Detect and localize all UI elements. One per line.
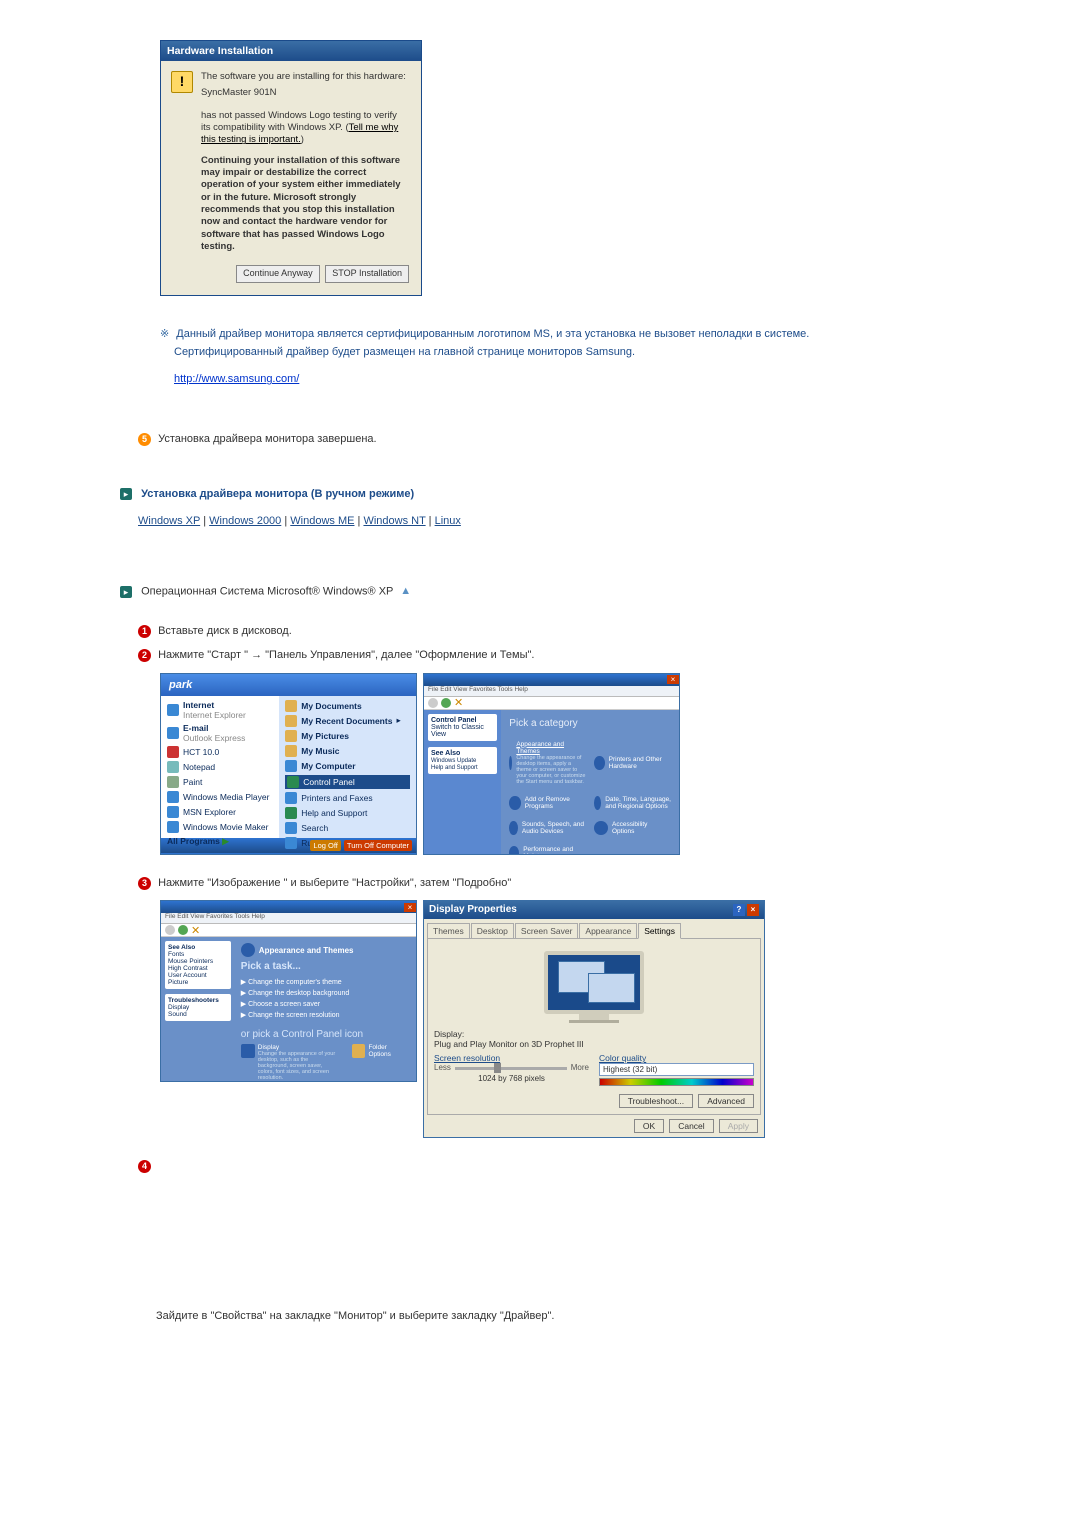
display-icon — [241, 1044, 255, 1058]
folder-icon — [285, 700, 297, 712]
os-link-2000[interactable]: Windows 2000 — [209, 515, 281, 527]
logoff-button: Log Off — [310, 840, 340, 851]
color-quality-select[interactable]: Highest (32 bit) — [599, 1063, 754, 1076]
close-icon: × — [667, 675, 679, 684]
display-properties-dialog: Display Properties ?× Themes Desktop Scr… — [423, 900, 765, 1138]
step-2-marker: 2 — [138, 649, 151, 662]
folder-options-icon — [352, 1044, 366, 1058]
step-1-marker: 1 — [138, 625, 151, 638]
datetime-icon — [594, 796, 601, 810]
turnoff-button: Turn Off Computer — [344, 840, 412, 851]
appearance-themes-screenshot: × File Edit View Favorites Tools Help ✕ … — [160, 900, 417, 1082]
troubleshoot-button[interactable]: Troubleshoot... — [619, 1094, 693, 1108]
note-line1: Данный драйвер монитора является сертифи… — [176, 328, 809, 340]
os-link-linux[interactable]: Linux — [435, 515, 461, 527]
or-pick-heading: or pick a Control Panel icon — [241, 1029, 410, 1040]
arrow-icon: ▸ — [120, 488, 132, 500]
tab-desktop: Desktop — [471, 923, 514, 938]
step-2-text: Нажмите "Старт " → "Панель Управления", … — [158, 649, 534, 661]
start-menu-screenshot: park InternetInternet Explorer E-mailOut… — [160, 673, 417, 855]
tab-appearance: Appearance — [579, 923, 637, 938]
dp-title: Display Properties — [429, 904, 517, 916]
samsung-link[interactable]: http://www.samsung.com/ — [174, 373, 299, 385]
dp-res-label: Screen resolution — [434, 1053, 589, 1063]
addremove-icon — [509, 796, 520, 810]
step-5-text: Установка драйвера монитора завершена. — [158, 433, 377, 445]
dp-display-label: Display: — [434, 1029, 754, 1039]
resolution-slider[interactable]: Less More — [434, 1063, 589, 1072]
control-panel-icon — [287, 776, 299, 788]
control-panel-screenshot: × File Edit View Favorites Tools Help ✕ … — [423, 673, 680, 855]
search-icon — [285, 822, 297, 834]
pick-task-heading: Pick a task... — [241, 961, 410, 972]
note-line2: Сертифицированный драйвер будет размещен… — [174, 344, 635, 362]
advanced-button[interactable]: Advanced — [698, 1094, 754, 1108]
ok-button[interactable]: OK — [634, 1119, 664, 1133]
top-icon[interactable]: ▲ — [400, 583, 411, 601]
paint-icon — [167, 776, 179, 788]
pick-category-heading: Pick a category — [509, 718, 671, 729]
dp-display-value: Plug and Play Monitor on 3D Prophet III — [434, 1039, 754, 1049]
dialog-bold-warning: Continuing your installation of this sof… — [201, 155, 409, 254]
warning-icon: ! — [171, 71, 193, 93]
printers-icon — [285, 792, 297, 804]
folder-icon — [285, 745, 297, 757]
tab-themes: Themes — [427, 923, 470, 938]
notepad-icon — [167, 761, 179, 773]
dialog-title: Hardware Installation — [161, 41, 421, 61]
os-heading-text: Операционная Система Microsoft® Windows®… — [141, 586, 393, 598]
tab-screensaver: Screen Saver — [515, 923, 579, 938]
ie-icon — [167, 704, 179, 716]
stop-installation-button[interactable]: STOP Installation — [325, 265, 409, 283]
manual-heading: Установка драйвера монитора (В ручном ре… — [141, 488, 414, 500]
sounds-icon — [509, 821, 518, 835]
performance-icon — [509, 846, 519, 855]
accessibility-icon — [594, 821, 608, 835]
dialog-text2c: ) — [301, 134, 304, 145]
arrow-icon: ▸ — [120, 586, 132, 598]
os-link-me[interactable]: Windows ME — [290, 515, 354, 527]
wmp-icon — [167, 791, 179, 803]
folder-icon — [285, 730, 297, 742]
help-icon — [285, 807, 297, 819]
os-link-nt[interactable]: Windows NT — [363, 515, 425, 527]
cp-menubar: File Edit View Favorites Tools Help — [424, 686, 679, 697]
close-icon: × — [404, 903, 416, 912]
close-icon: × — [747, 904, 759, 916]
appearance-icon — [509, 756, 512, 770]
step-3-marker: 3 — [138, 877, 151, 890]
mail-icon — [167, 727, 179, 739]
step-4-marker: 4 — [138, 1160, 151, 1173]
cancel-button[interactable]: Cancel — [669, 1119, 713, 1133]
dialog-text1: The software you are installing for this… — [201, 71, 409, 83]
continue-anyway-button[interactable]: Continue Anyway — [236, 265, 320, 283]
hardware-install-dialog: Hardware Installation ! The software you… — [160, 40, 422, 296]
at-menubar: File Edit View Favorites Tools Help — [161, 913, 416, 924]
folder-icon — [285, 715, 297, 727]
apply-button[interactable]: Apply — [719, 1119, 758, 1133]
run-icon — [285, 837, 297, 849]
step-1-text: Вставьте диск в дисковод. — [158, 625, 292, 637]
computer-icon — [285, 760, 297, 772]
start-menu-user: park — [161, 674, 416, 696]
printers-icon — [594, 756, 605, 770]
start-button: start — [165, 854, 195, 855]
step-3-text: Нажмите "Изображение " и выберите "Настр… — [158, 877, 511, 889]
hct-icon — [167, 746, 179, 758]
help-icon: ? — [733, 904, 745, 916]
dp-res-value: 1024 by 768 pixels — [434, 1074, 589, 1083]
note-bullet: ※ — [160, 328, 169, 340]
os-link-xp[interactable]: Windows XP — [138, 515, 200, 527]
dp-color-label: Color quality — [599, 1053, 754, 1063]
step-5-marker: 5 — [138, 433, 151, 446]
msn-icon — [167, 806, 179, 818]
wmm-icon — [167, 821, 179, 833]
tab-settings: Settings — [638, 923, 681, 939]
themes-icon — [241, 943, 255, 957]
dialog-device: SyncMaster 901N — [201, 87, 409, 99]
step-4-text: Зайдите в "Свойства" на закладке "Монито… — [156, 1310, 554, 1322]
